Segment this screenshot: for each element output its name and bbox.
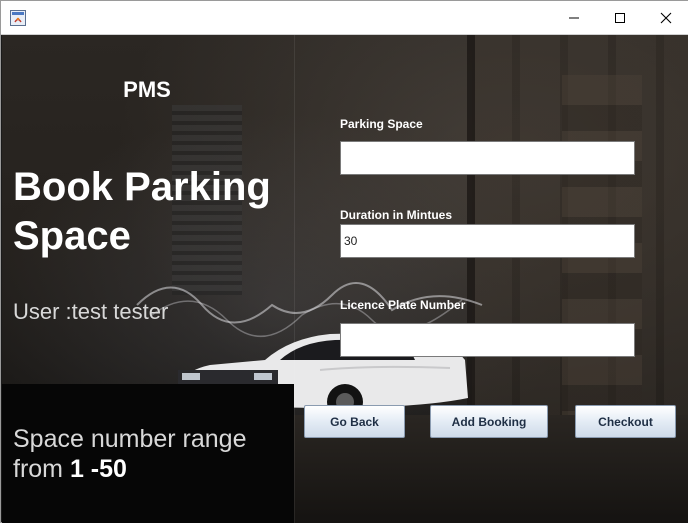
checkout-button[interactable]: Checkout <box>575 405 676 438</box>
panel-divider <box>294 35 295 523</box>
go-back-button[interactable]: Go Back <box>304 405 405 438</box>
app-name: PMS <box>123 77 171 102</box>
licence-plate-input[interactable] <box>340 323 635 357</box>
page-title-line2: Space <box>13 214 131 258</box>
user-label: User :test tester <box>13 299 169 324</box>
space-range-prefix: Space number range <box>13 425 247 453</box>
content-area: PMS Book Parking Space User :test tester… <box>2 35 688 523</box>
minimize-icon <box>569 17 579 19</box>
space-range-text: Space number range from 1 -50 <box>13 424 293 484</box>
licence-plate-label: Licence Plate Number <box>340 298 466 312</box>
space-range-value: 1 -50 <box>69 455 127 483</box>
java-app-icon <box>10 10 26 26</box>
minimize-button[interactable] <box>551 1 597 35</box>
parking-space-input[interactable] <box>340 141 635 175</box>
app-window: PMS Book Parking Space User :test tester… <box>0 0 688 523</box>
duration-input[interactable] <box>340 224 635 258</box>
page-title: Book Parking Space <box>13 163 293 261</box>
maximize-icon <box>615 13 625 23</box>
close-button[interactable] <box>643 1 688 35</box>
title-bar <box>1 1 688 35</box>
space-range-from: from <box>13 455 63 483</box>
duration-label: Duration in Mintues <box>340 208 452 222</box>
close-icon <box>660 12 672 24</box>
add-booking-button[interactable]: Add Booking <box>430 405 548 438</box>
parking-space-label: Parking Space <box>340 117 423 131</box>
maximize-button[interactable] <box>597 1 643 35</box>
page-title-line1: Book Parking <box>13 165 271 209</box>
space-range-line2: from 1 -50 <box>13 454 293 484</box>
